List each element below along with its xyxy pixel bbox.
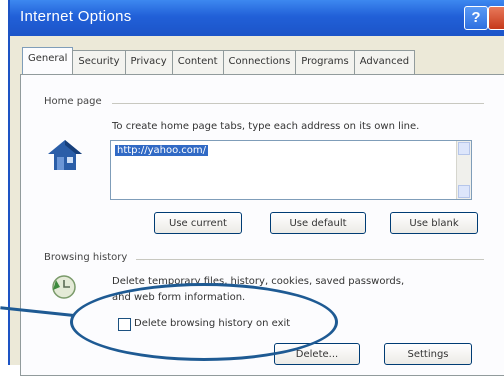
home-page-divider <box>112 103 484 104</box>
browsing-history-divider <box>136 259 484 260</box>
home-page-url-value: http://yahoo.com/ <box>115 145 208 156</box>
close-button[interactable] <box>488 6 504 30</box>
use-current-button[interactable]: Use current <box>154 212 242 234</box>
url-field-scrollbar[interactable] <box>456 141 471 199</box>
tab-security[interactable]: Security <box>72 50 126 75</box>
tab-programs[interactable]: Programs <box>295 50 355 75</box>
annotation-highlight-circle <box>70 283 338 361</box>
title-bar[interactable]: Internet Options ? <box>10 0 504 36</box>
scroll-down-icon[interactable] <box>458 185 470 198</box>
tab-connections[interactable]: Connections <box>222 50 297 75</box>
settings-button[interactable]: Settings <box>384 343 472 365</box>
tab-content[interactable]: Content <box>171 50 224 75</box>
tab-general[interactable]: General <box>22 47 74 75</box>
browsing-history-icon <box>52 275 76 299</box>
use-blank-button[interactable]: Use blank <box>390 212 478 234</box>
window-title: Internet Options <box>20 8 132 25</box>
home-page-description: To create home page tabs, type each addr… <box>112 121 420 132</box>
scroll-up-icon[interactable] <box>458 142 470 155</box>
home-page-icon <box>48 140 82 170</box>
home-page-group-label: Home page <box>44 96 102 107</box>
help-button[interactable]: ? <box>464 6 488 30</box>
home-page-url-field[interactable]: http://yahoo.com/ <box>110 140 472 200</box>
use-default-button[interactable]: Use default <box>270 212 366 234</box>
tab-advanced[interactable]: Advanced <box>353 50 416 75</box>
browsing-history-group-label: Browsing history <box>44 252 128 263</box>
tab-privacy[interactable]: Privacy <box>124 50 173 75</box>
tab-strip: General Security Privacy Content Connect… <box>22 47 416 75</box>
